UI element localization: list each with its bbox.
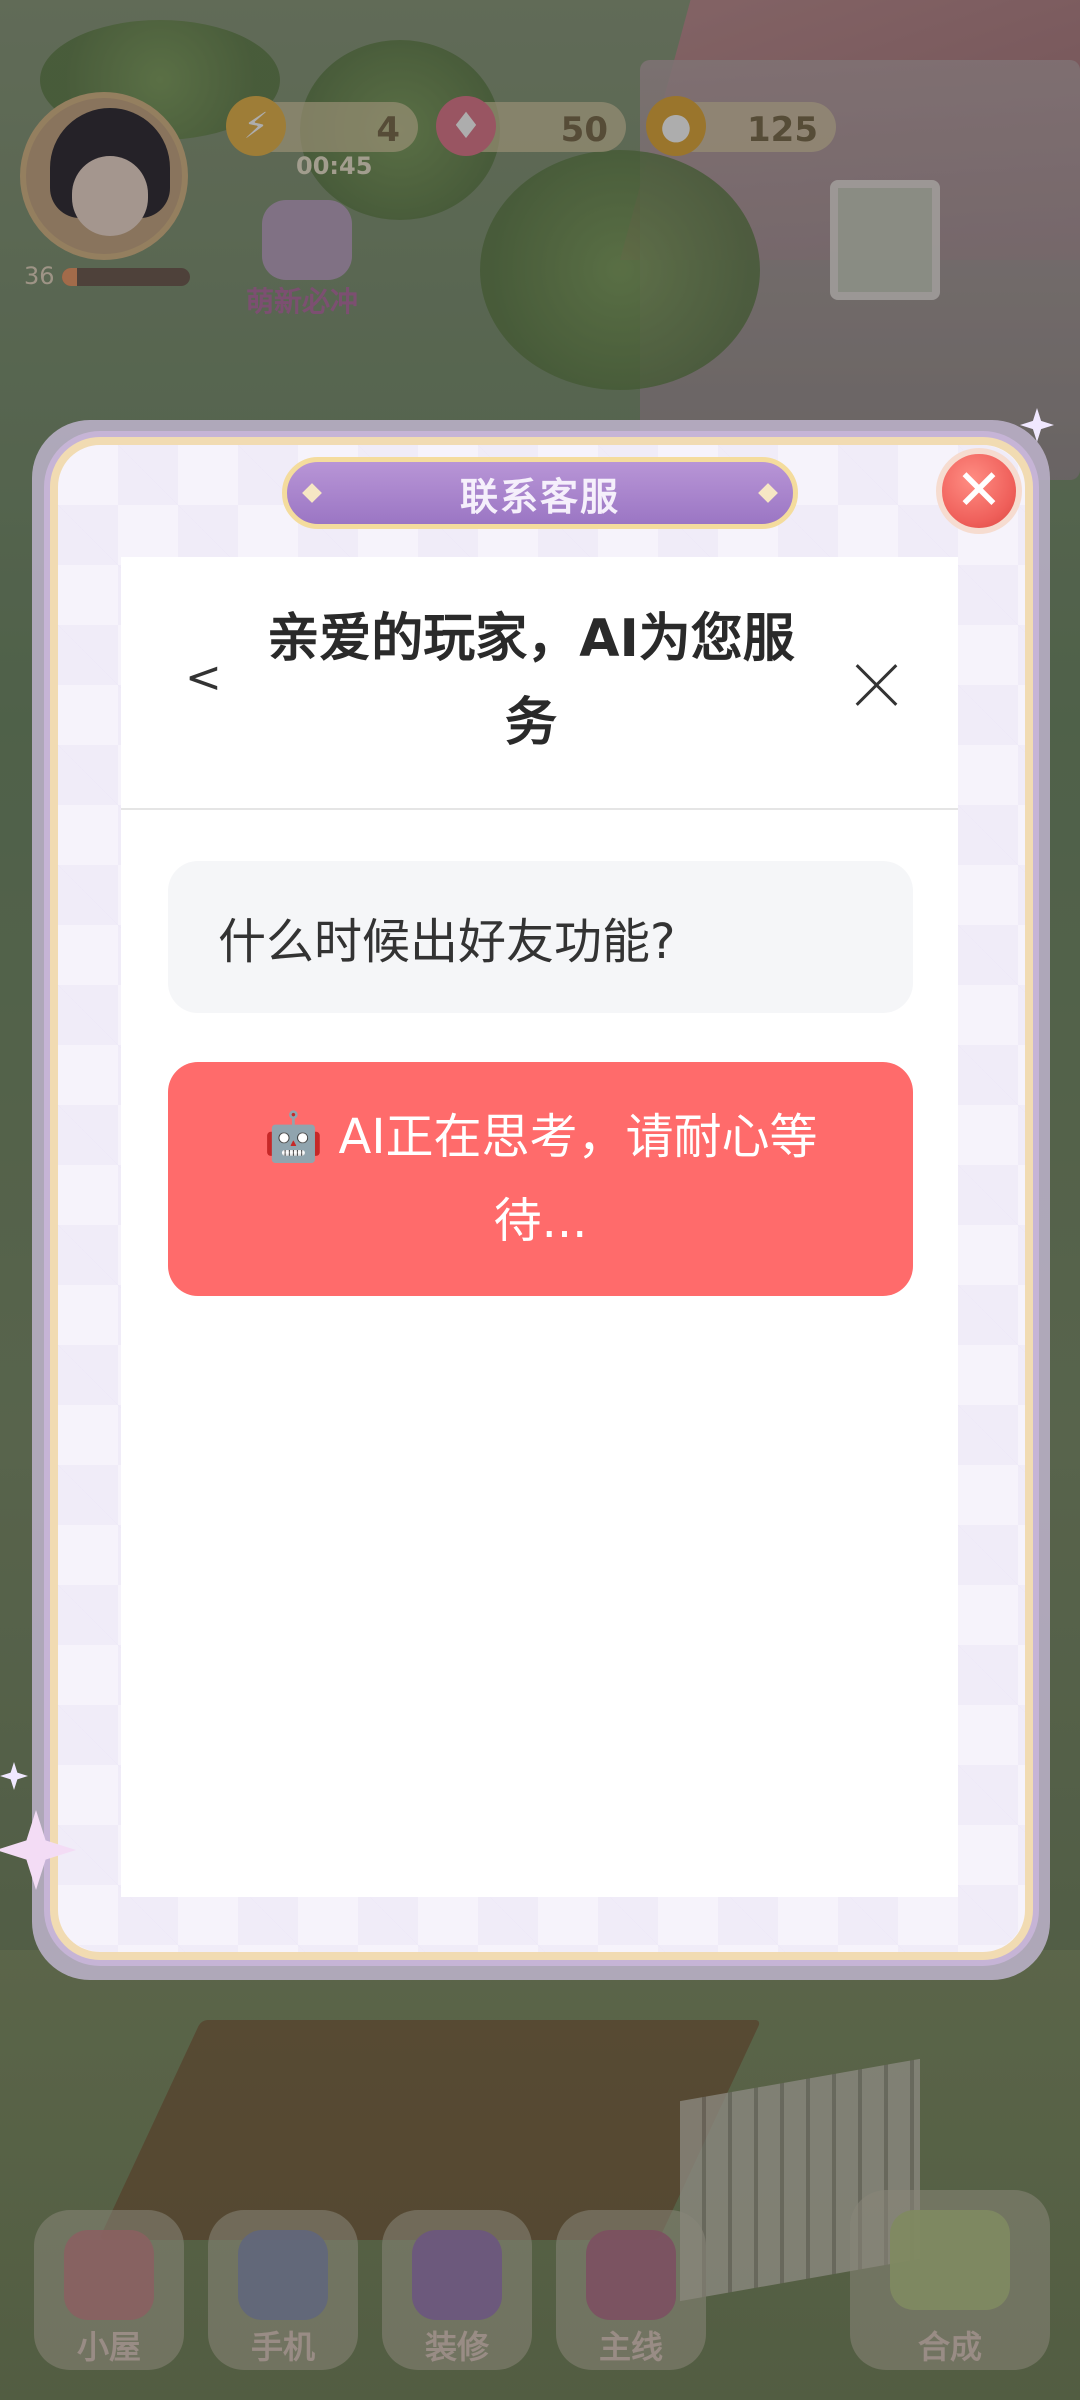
chat-close-icon[interactable] — [847, 655, 907, 715]
chat-title: 亲爱的玩家，AI为您服务 — [267, 609, 795, 753]
ai-status-text: 🤖 AI正在思考，请耐心等待... — [263, 1109, 818, 1249]
ribbon-diamond-icon — [758, 483, 778, 503]
user-message-text: 什么时候出好友功能? — [218, 914, 676, 970]
chat-panel: < 亲爱的玩家，AI为您服务 什么时候出好友功能? 🤖 AI正在思考，请耐心等待… — [121, 557, 958, 1897]
dialog-close-button[interactable]: ✕ — [936, 448, 1022, 534]
ai-status-bubble: 🤖 AI正在思考，请耐心等待... — [168, 1062, 913, 1296]
chat-header: < 亲爱的玩家，AI为您服务 — [121, 557, 958, 810]
dialog-title: 联系客服 — [459, 474, 620, 519]
ribbon-diamond-icon — [302, 483, 322, 503]
user-message-bubble: 什么时候出好友功能? — [168, 861, 913, 1013]
close-icon: ✕ — [955, 458, 1003, 523]
back-button[interactable]: < — [185, 652, 222, 703]
dialog-title-ribbon: 联系客服 — [282, 457, 798, 529]
